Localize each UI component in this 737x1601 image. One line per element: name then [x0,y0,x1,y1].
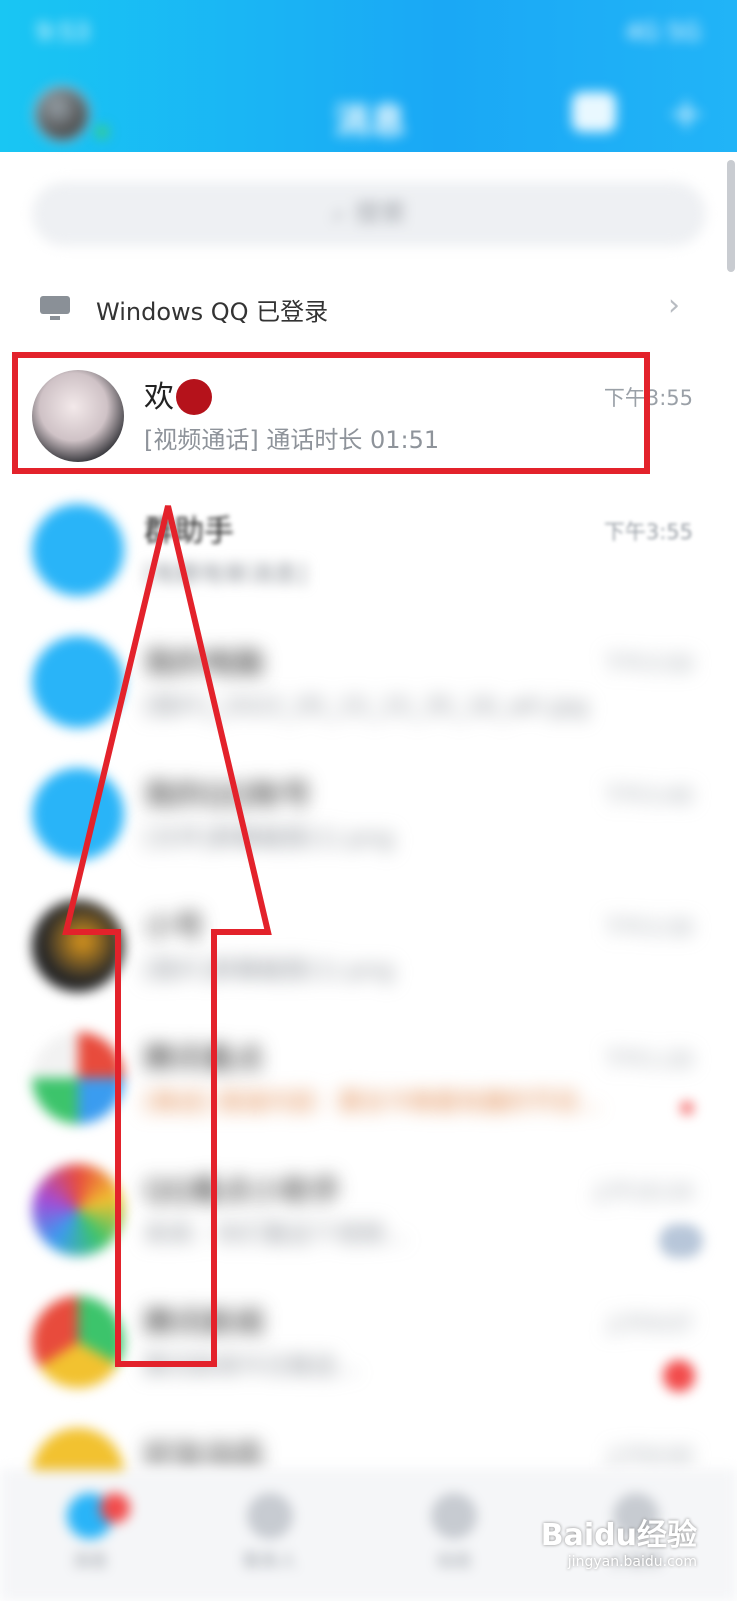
plus-icon[interactable]: + [664,92,708,136]
chat-message: [有群有新消息] [144,560,307,588]
chat-message: 腾讯新闻今日推送... [144,1352,359,1380]
unread-badge [100,1493,130,1523]
chat-row[interactable]: 腾讯看点 [推送] 报道内容：要去今晚看有趣的节目... 下午1:20 [0,1010,737,1142]
star-icon [431,1493,477,1539]
chat-time: 下午3:40 [603,784,693,808]
chat-time: 下午3:50 [603,652,693,676]
unread-dot [681,1102,693,1114]
search-bar[interactable]: ⌕ 搜索 [32,182,706,246]
chat-row[interactable]: 小号 [图片]屏幕截图(1).png 下午3:30 [0,878,737,1010]
chat-name: 腾讯新闻 [144,1306,264,1341]
group-assistant-icon [32,504,124,596]
profile-avatar[interactable] [34,86,90,142]
avatar [32,1296,124,1388]
tab-feeds[interactable]: 动态 [414,1493,494,1583]
chat-time: 下午3:30 [603,916,693,940]
windows-login-row[interactable]: Windows QQ 已登录 › [0,282,737,338]
search-icon: ⌕ [331,199,347,229]
chat-time: 上午10:24 [590,1180,693,1204]
avatar [32,1164,124,1256]
status-time: 9:53 [36,18,90,46]
chat-time: 上午9:07 [603,1312,693,1336]
windows-login-text: Windows QQ 已登录 [96,298,329,326]
page-title: 消息 [334,101,407,142]
contacts-icon [247,1493,293,1539]
chat-name: 好友动态 [144,1438,264,1473]
chat-name: QQ看点小助手 [144,1174,342,1209]
tab-label: 动态 [436,1551,472,1572]
chat-name: 我的QQ账号 [144,778,312,813]
chat-row[interactable]: 腾讯新闻 腾讯新闻今日推送... 上午9:07 [0,1274,737,1406]
avatar [32,900,124,992]
chat-time: 下午1:20 [603,1048,693,1072]
tab-contacts[interactable]: 联系人 [230,1493,310,1583]
watermark-url: jingyan.baidu.com [567,1554,697,1570]
muted-badge [659,1224,703,1258]
status-bar: 9:53 4G 5G [36,18,701,46]
chat-message: [图片]屏幕截图(1).png [144,956,395,984]
link-icon [32,768,124,860]
online-status-dot [96,126,108,138]
scrollbar[interactable] [727,160,735,272]
chat-time: 上午8:00 [603,1444,693,1468]
watermark-brand: Baidu经验 [540,1518,697,1553]
app-header: 9:53 4G 5G 消息 + [0,0,737,152]
chat-message: [图片]_2022_05_15_15_35_16_wh.jpg [144,692,589,720]
chat-message: [推送] 报道内容：要去今晚看有趣的节目... [144,1088,602,1116]
chat-name: 我的电脑 [144,646,264,681]
computer-icon [32,636,124,728]
chat-name: 群助手 [144,514,234,549]
chat-message: 来来：你们看这个视频... [144,1220,407,1248]
avatar [32,1032,124,1124]
chat-row[interactable]: 群助手 [有群有新消息] 下午3:55 [0,482,737,614]
tab-messages[interactable]: 消息 [50,1493,130,1583]
chat-name: 腾讯看点 [144,1042,264,1077]
camera-icon[interactable] [572,92,616,132]
chat-message: [文件]屏幕截图(1).png [144,824,395,852]
chevron-right-icon: › [668,288,680,323]
highlight-box [12,352,650,474]
chat-name: 小号 [144,910,204,945]
chat-row[interactable]: 我的电脑 [图片]_2022_05_15_15_35_16_wh.jpg 下午3… [0,614,737,746]
baidu-watermark: Baidu经验 jingyan.baidu.com [541,1510,697,1570]
chat-row[interactable]: QQ看点小助手 来来：你们看这个视频... 上午10:24 [0,1142,737,1274]
status-indicators: 4G 5G [625,18,701,46]
search-placeholder: 搜索 [354,199,407,229]
chat-row[interactable]: 我的QQ账号 [文件]屏幕截图(1).png 下午3:40 [0,746,737,878]
computer-icon [40,296,70,322]
unread-badge [663,1360,695,1392]
chat-time: 下午3:55 [603,520,693,544]
tab-label: 联系人 [243,1551,297,1572]
tab-label: 消息 [72,1551,108,1572]
